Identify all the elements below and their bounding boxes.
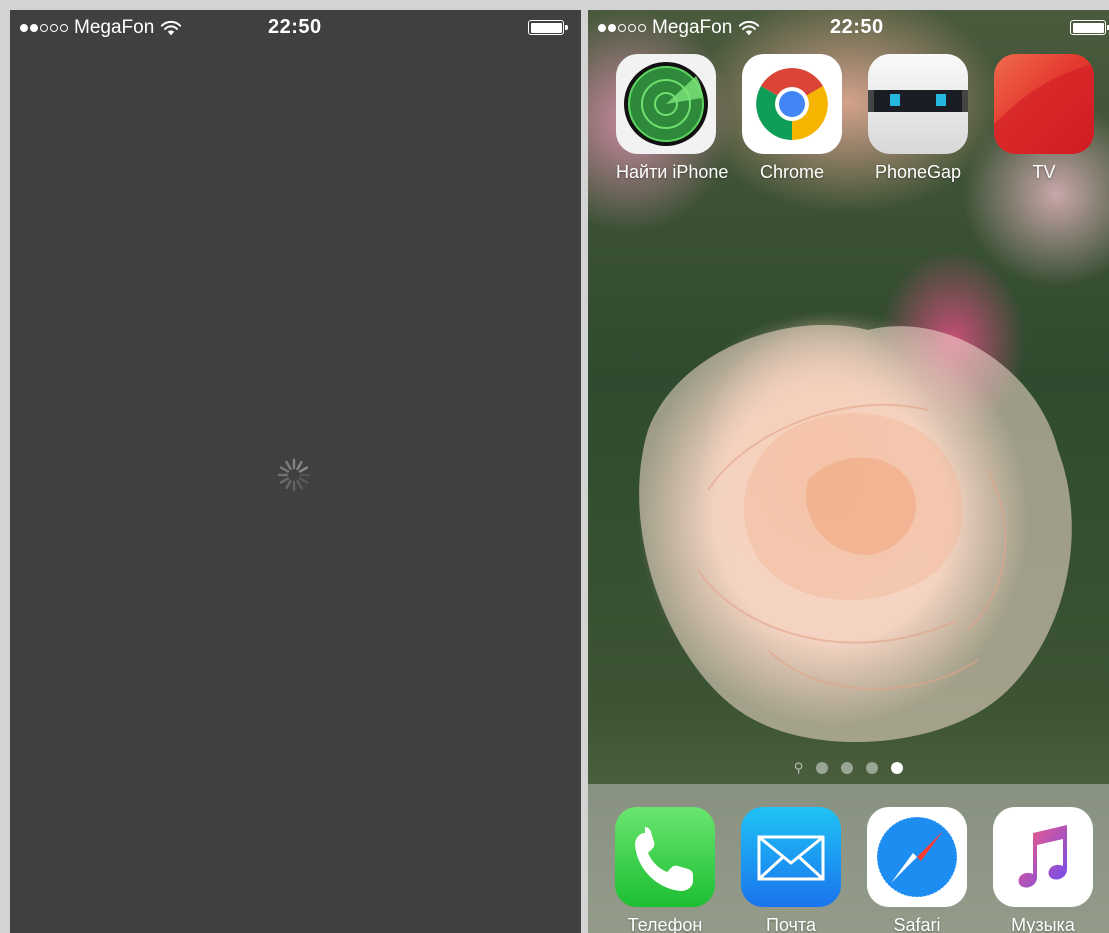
- app-find-iphone[interactable]: Найти iPhone: [616, 54, 729, 183]
- mail-icon: [741, 807, 841, 907]
- phone-icon: [615, 807, 715, 907]
- app-label: TV: [1032, 162, 1056, 182]
- signal-strength-icon: [20, 24, 68, 32]
- app-label: Почта: [766, 915, 816, 933]
- carrier-name: MegaFon: [74, 17, 155, 38]
- status-bar: MegaFon 22:50: [10, 10, 581, 44]
- phonegap-icon: [868, 54, 968, 154]
- app-label: PhoneGap: [874, 162, 962, 182]
- tv-icon: [994, 54, 1094, 154]
- spinner-spoke: [298, 466, 309, 473]
- loading-spinner-icon: [277, 458, 311, 492]
- spinner-spoke: [279, 477, 290, 484]
- app-label: Safari: [893, 915, 941, 933]
- battery-icon: [528, 20, 568, 35]
- page-dot-active: [891, 762, 904, 774]
- page-dot: [841, 762, 854, 774]
- dock-app-mail[interactable]: Почта: [741, 807, 841, 933]
- dock-app-music[interactable]: Музыка: [993, 807, 1093, 933]
- app-label: Найти iPhone: [616, 162, 729, 182]
- music-note-icon: [993, 807, 1093, 907]
- wifi-icon: [161, 20, 182, 36]
- app-chrome[interactable]: Chrome: [742, 54, 842, 183]
- home-screen: MegaFon 22:50 Найти iPhone Chrome PhoneG…: [588, 10, 1109, 933]
- app-phonegap[interactable]: PhoneGap: [868, 54, 968, 183]
- spinner-spoke: [279, 466, 290, 473]
- app-tv[interactable]: TV: [994, 54, 1094, 183]
- safari-compass-icon: [867, 807, 967, 907]
- dock-app-safari[interactable]: Safari: [867, 807, 967, 933]
- spinner-spoke: [296, 460, 303, 471]
- search-page-icon: ⚲: [793, 760, 804, 775]
- dock-app-phone[interactable]: Телефон: [615, 807, 715, 933]
- spinner-spoke: [298, 477, 309, 484]
- find-iphone-radar-icon: [616, 54, 716, 154]
- page-dot: [866, 762, 879, 774]
- spinner-spoke: [285, 479, 292, 490]
- app-label: Музыка: [1011, 915, 1075, 933]
- app-label: Телефон: [627, 915, 703, 933]
- loading-screen: MegaFon 22:50: [10, 10, 581, 933]
- page-dot: [816, 762, 829, 774]
- page-indicator[interactable]: ⚲: [588, 760, 1109, 775]
- app-label: Chrome: [759, 162, 825, 182]
- chrome-icon: [742, 54, 842, 154]
- dock: Телефон Почта Safari Музыка: [588, 784, 1109, 933]
- carrier-info: MegaFon: [20, 17, 182, 39]
- spinner-spoke: [296, 479, 303, 490]
- spinner-spoke: [285, 460, 292, 471]
- status-time: 22:50: [268, 16, 322, 38]
